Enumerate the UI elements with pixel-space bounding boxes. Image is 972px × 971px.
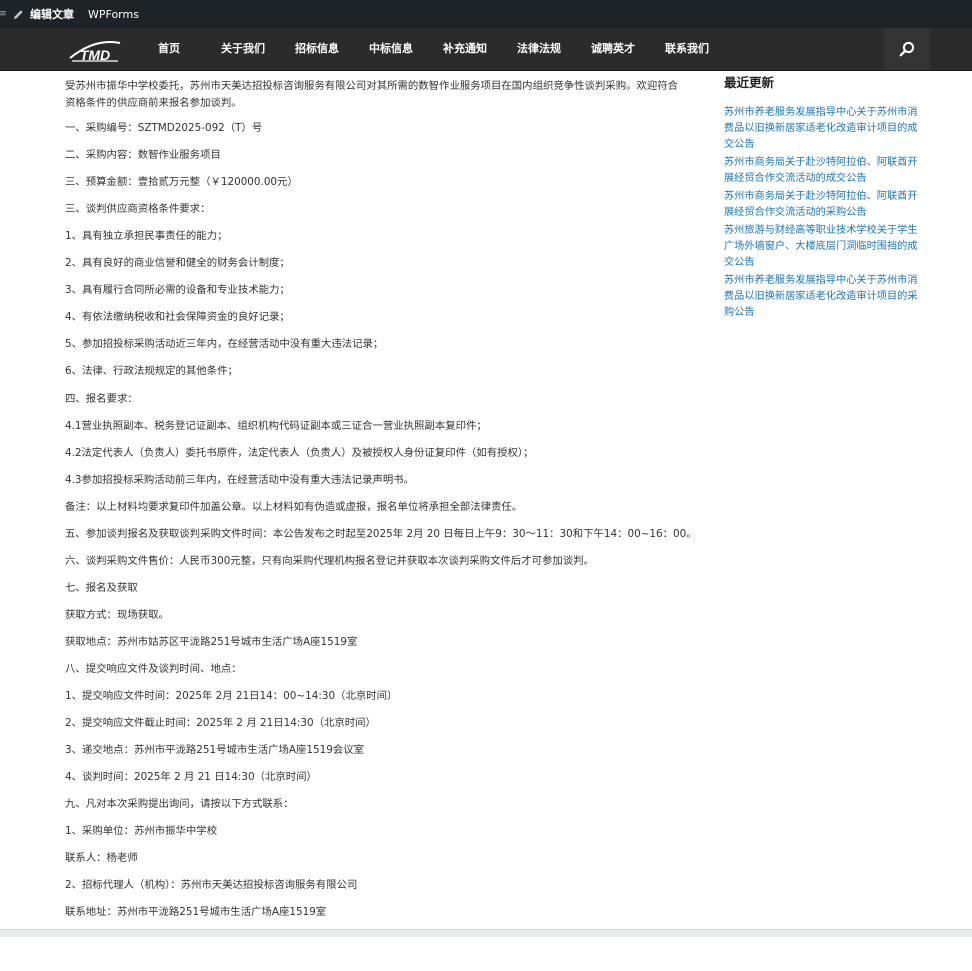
article-paragraph: 联系地址：苏州市平泷路251号城市生活广场A座1519室 — [65, 906, 327, 919]
site-logo[interactable]: TMD — [66, 34, 124, 64]
nav-menu: 首页 关于我们 招标信息 中标信息 补充通知 法律法规 诚聘英才 联系我们 — [132, 28, 724, 70]
article-paragraph: 1、提交响应文件时间：2025年 2月 21日14：00~14:30（北京时间） — [65, 690, 398, 703]
article-paragraph: 六、谈判采购文件售价：人民币300元整，只有向采购代理机构报名登记并获取本次谈判… — [65, 554, 594, 567]
article-paragraph: 4.2法定代表人（负责人）委托书原件，法定代表人（负责人）及被授权人身份证复印件… — [65, 446, 534, 459]
recent-update-link-line: 广场外墙窗户、大楼底层门洞临时围挡的成 — [724, 241, 918, 252]
nav-item-award-info[interactable]: 中标信息 — [354, 28, 428, 70]
article-paragraph: 3、具有履行合同所必需的设备和专业技术能力； — [65, 284, 290, 297]
nav-item-tender-info[interactable]: 招标信息 — [280, 28, 354, 70]
nav-item-careers[interactable]: 诚聘英才 — [576, 28, 650, 70]
sidebar-title: 最近更新 — [724, 75, 775, 90]
recent-update-link-line: 交公告 — [724, 257, 755, 268]
article-paragraph: 5、参加招投标采购活动近三年内，在经营活动中没有重大违法记录； — [65, 338, 384, 351]
recent-update-link[interactable]: 苏州市商务局关于赴沙特阿拉伯、阿联酋开 展经贸合作交流活动的采购公告 — [724, 189, 929, 221]
article-paragraph: 八、提交响应文件及谈判时间、地点： — [65, 663, 242, 675]
recent-update-link-line: 苏州旅游与财经高等职业技术学校关于学生 — [724, 225, 918, 236]
article-paragraph: 三、谈判供应商资格条件要求： — [65, 203, 211, 216]
wpforms-label: WPForms — [88, 7, 139, 21]
recent-update-link-line: 苏州市商务局关于赴沙特阿拉伯、阿联酋开 — [724, 191, 918, 202]
main-navigation: TMD 首页 关于我们 招标信息 中标信息 补充通知 法律法规 诚聘英才 联系我… — [0, 28, 972, 71]
nav-item-contact[interactable]: 联系我们 — [650, 28, 724, 70]
article-paragraph: 四、报名要求： — [65, 392, 138, 405]
wp-admin-bar: ≡ 编辑文章 WPForms — [0, 0, 972, 28]
recent-update-link[interactable]: 苏州旅游与财经高等职业技术学校关于学生 广场外墙窗户、大楼底层门洞临时围挡的成 交公… — [724, 223, 929, 271]
article-paragraph: 4、谈判时间：2025年 2 月 21 日14:30（北京时间） — [65, 771, 317, 784]
recent-update-link-line: 交公告 — [724, 139, 755, 150]
article-paragraph: 二、采购内容：数智作业服务项目 — [65, 149, 221, 162]
recent-update-link-line: 苏州市商务局关于赴沙特阿拉伯、阿联酋开 — [724, 157, 918, 168]
tmd-logo-icon: TMD — [69, 41, 121, 63]
recent-update-link-line: 购公告 — [724, 307, 755, 318]
article-intro: 受苏州市振华中学校委托，苏州市天美达招投标咨询服务有限公司对其所需的数智作业服务… — [65, 80, 679, 109]
nav-item-about[interactable]: 关于我们 — [206, 28, 280, 70]
article-paragraph: 2、提交响应文件截止时间：2025年 2 月 21日14:30（北京时间） — [65, 717, 376, 730]
nav-item-laws[interactable]: 法律法规 — [502, 28, 576, 70]
recent-update-link[interactable]: 苏州市养老服务发展指导中心关于苏州市消 费品以旧换新居家适老化改造审计项目的采 购公… — [724, 273, 929, 321]
article-paragraph: 一、采购编号：SZTMD2025-092（T）号 — [65, 122, 263, 134]
nav-item-supplementary[interactable]: 补充通知 — [428, 28, 502, 70]
article-paragraph: 联系人：杨老师 — [65, 852, 138, 865]
article-paragraph: 6、法律、行政法规规定的其他条件； — [65, 365, 238, 378]
article-paragraph: 五、参加谈判报名及获取谈判采购文件时间：本公告发布之时起至2025年 2月 20… — [65, 527, 697, 540]
article-paragraph: 4.3参加招投标采购活动前三年内，在经营活动中没有重大违法记录声明书。 — [65, 473, 415, 486]
recent-update-link-line: 苏州市养老服务发展指导中心关于苏州市消 — [724, 275, 918, 286]
recent-updates-list: 苏州市养老服务发展指导中心关于苏州市消 费品以旧换新居家适老化改造审计项目的成 交公… — [724, 105, 929, 321]
article-paragraph: 获取地点：苏州市姑苏区平泷路251号城市生活广场A座1519室 — [65, 635, 358, 648]
article-paragraph: 4.1营业执照副本、税务登记证副本、组织机构代码证副本或三证合一营业执照副本复印… — [65, 419, 487, 432]
edit-post-link[interactable]: 编辑文章 — [6, 0, 81, 28]
recent-update-link-line: 展经贸合作交流活动的成交公告 — [724, 173, 867, 184]
article-paragraph: 2、具有良好的商业信誉和健全的财务会计制度； — [65, 257, 290, 270]
article-paragraph: 1、具有独立承担民事责任的能力； — [65, 230, 228, 243]
article-paragraph: 4、有依法缴纳税收和社会保障资金的良好记录； — [65, 311, 290, 324]
recent-update-link-line: 费品以旧换新居家适老化改造审计项目的采 — [724, 291, 918, 302]
sidebar-recent-updates: 最近更新 苏州市养老服务发展指导中心关于苏州市消 费品以旧换新居家适老化改造审计项… — [724, 74, 929, 323]
recent-update-link-line: 苏州市养老服务发展指导中心关于苏州市消 — [724, 107, 918, 118]
article-paragraph: 七、报名及获取 — [65, 581, 138, 594]
article-content: 受苏州市振华中学校委托，苏州市天美达招投标咨询服务有限公司对其所需的数智作业服务… — [65, 78, 697, 971]
recent-update-link-line: 费品以旧换新居家适老化改造审计项目的成 — [724, 123, 918, 134]
recent-update-link-line: 展经贸合作交流活动的采购公告 — [724, 207, 867, 218]
pencil-icon — [13, 9, 23, 19]
article-paragraph: 备注：以上材料均要求复印件加盖公章。以上材料如有伪造或虚报，报名单位将承担全部法… — [65, 500, 523, 513]
article-paragraph: 三、预算金额：壹拾贰万元整（￥120000.00元） — [65, 176, 298, 189]
search-icon — [899, 41, 915, 57]
recent-update-link[interactable]: 苏州市养老服务发展指导中心关于苏州市消 费品以旧换新居家适老化改造审计项目的成 交公… — [724, 105, 929, 153]
search-button[interactable] — [884, 28, 930, 70]
article-paragraph: 3、递交地点：苏州市平泷路251号城市生活广场A座1519会议室 — [65, 744, 364, 757]
article-paragraph: 2、招标代理人（机构）：苏州市天美达招投标咨询服务有限公司 — [65, 879, 358, 892]
recent-update-link[interactable]: 苏州市商务局关于赴沙特阿拉伯、阿联酋开 展经贸合作交流活动的成交公告 — [724, 155, 929, 187]
nav-item-home[interactable]: 首页 — [132, 28, 206, 70]
article-paragraphs: 一、采购编号：SZTMD2025-092（T）号 二、采购内容：数智作业服务项目三… — [65, 112, 697, 971]
article-paragraph: 九、凡对本次采购提出询问，请按以下方式联系： — [65, 798, 294, 811]
wpforms-link[interactable]: WPForms — [81, 0, 146, 28]
article-paragraph: 1、采购单位：苏州市振华中学校 — [65, 825, 218, 838]
article-paragraph: 获取方式：现场获取。 — [65, 608, 169, 621]
edit-post-label: 编辑文章 — [30, 8, 74, 21]
